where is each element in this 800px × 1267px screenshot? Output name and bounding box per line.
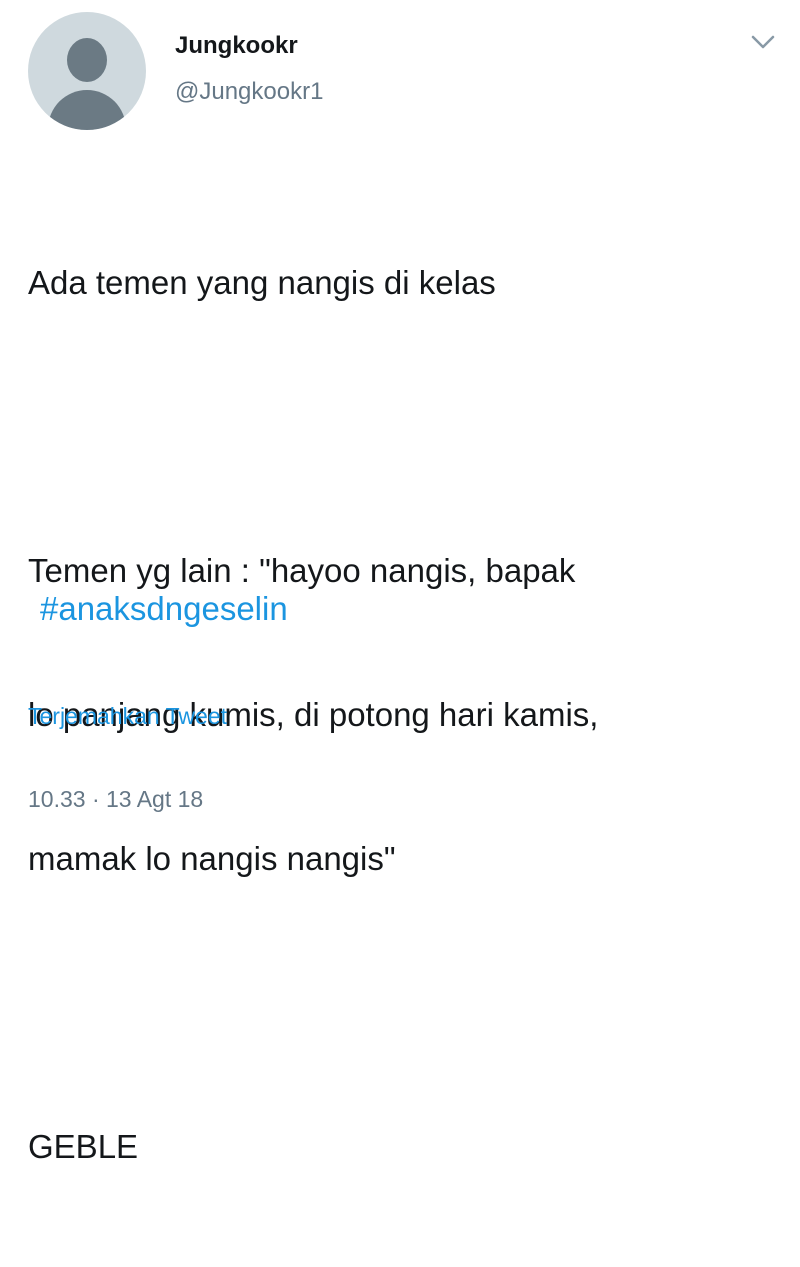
tweet-text-line: Ada temen yang nangis di kelas (28, 264, 496, 301)
translate-tweet-link[interactable]: Terjemahkan Tweet (28, 703, 227, 730)
avatar[interactable] (28, 12, 146, 130)
tweet-text-line: mamak lo nangis nangis" (28, 840, 396, 877)
hashtag-link[interactable]: #anaksdngeselin (40, 590, 288, 628)
author-display-name[interactable]: Jungkookr (175, 32, 298, 60)
tweet-text-blank (28, 403, 788, 451)
chevron-down-icon[interactable] (750, 32, 776, 52)
author-handle[interactable]: @Jungkookr1 (175, 78, 323, 106)
tweet-text-line: Temen yg lain : "hayoo nangis, bapak (28, 552, 576, 589)
tweet-text-line: GEBLE (28, 1128, 139, 1165)
tweet-card: Jungkookr @Jungkookr1 Ada temen yang nan… (0, 0, 800, 1165)
default-profile-icon-body (48, 90, 126, 130)
tweet-text-blank (28, 979, 788, 1027)
default-profile-icon (67, 38, 107, 82)
